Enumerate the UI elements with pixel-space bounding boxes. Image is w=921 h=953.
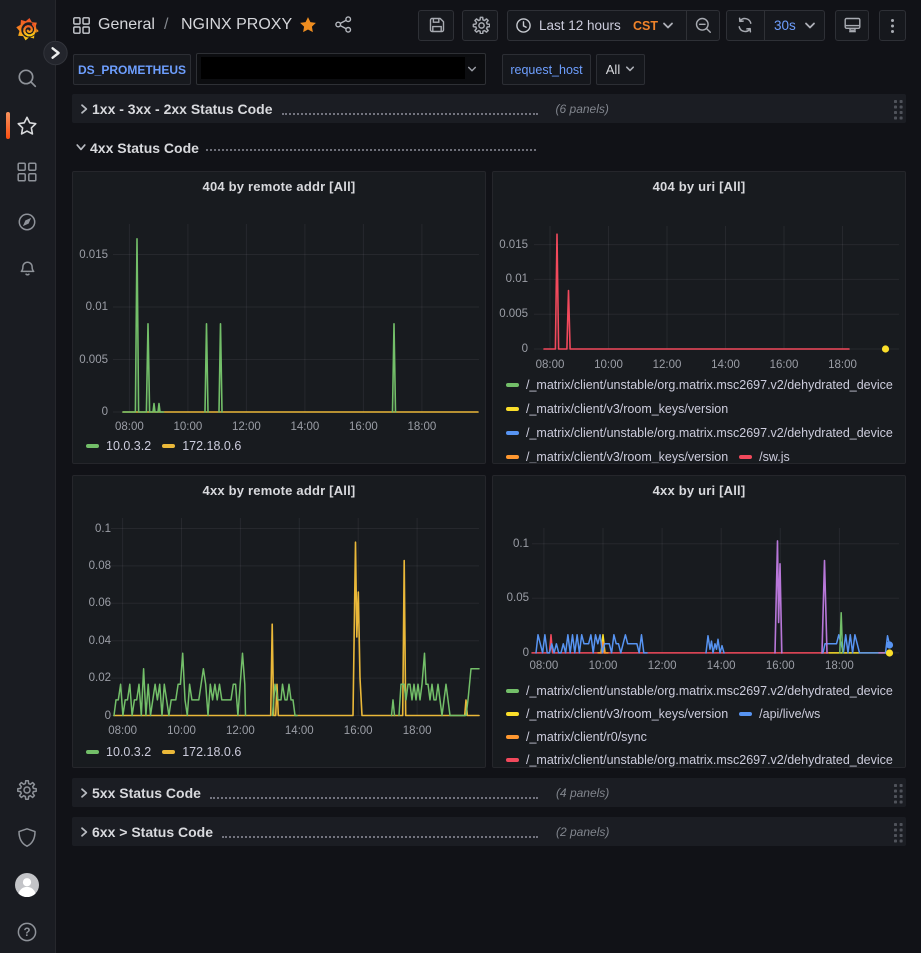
svg-text:?: ? (23, 927, 30, 939)
